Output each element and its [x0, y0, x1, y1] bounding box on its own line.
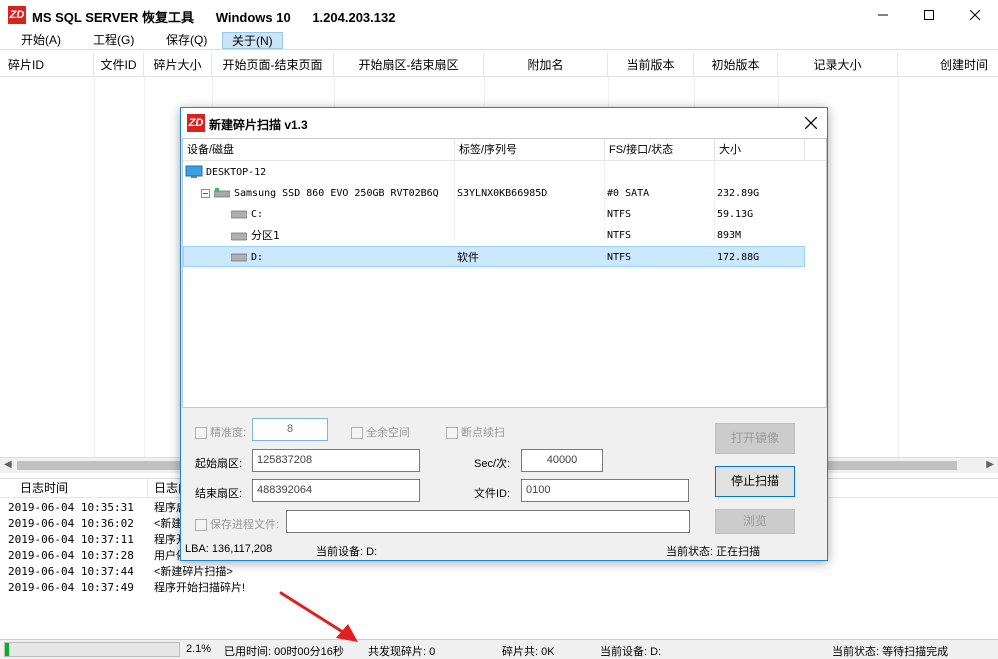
- col-fs[interactable]: FS/接口/状态: [605, 139, 715, 161]
- col-log-time[interactable]: 日志时间: [0, 479, 148, 498]
- minimize-icon: [878, 14, 888, 16]
- close-icon: [970, 10, 980, 20]
- file-id-label: 文件ID:: [474, 488, 511, 500]
- scroll-left-icon[interactable]: ◀: [4, 459, 12, 470]
- menu-bar: 开始(A) 工程(G) 保存(Q) 关于(N): [0, 30, 998, 50]
- status-fragments: 碎片共: 0K: [502, 646, 555, 658]
- dialog-title-bar: ZD 新建碎片扫描 v1.3: [181, 108, 827, 138]
- precision-input[interactable]: 8: [252, 418, 328, 441]
- maximize-button[interactable]: [906, 0, 952, 30]
- title-os: Windows 10: [215, 10, 291, 25]
- partition-icon: [231, 232, 247, 241]
- start-sector-label: 起始扇区:: [195, 458, 243, 470]
- title-app: MS SQL SERVER 恢复工具: [32, 10, 195, 25]
- full-space-checkbox[interactable]: 全余空间: [351, 424, 410, 440]
- status-percent: 2.1%: [186, 643, 212, 655]
- dialog-title: 新建碎片扫描 v1.3: [209, 118, 308, 132]
- tree-row-partition-c[interactable]: C: NTFS 59.13G: [183, 204, 805, 225]
- minimize-button[interactable]: [860, 0, 906, 30]
- menu-project[interactable]: 工程(G): [84, 32, 143, 49]
- grid-divider: [898, 77, 899, 457]
- col-create-time[interactable]: 创建时间: [898, 53, 998, 77]
- col-sector-range[interactable]: 开始扇区-结束扇区: [334, 53, 484, 77]
- tree-row-partition-1[interactable]: 分区1 NTFS 893M: [183, 225, 805, 246]
- browse-button[interactable]: 浏览: [715, 509, 795, 534]
- scan-progress-bar: [4, 642, 180, 657]
- dialog-current-device: 当前设备: D:: [316, 546, 378, 558]
- col-size[interactable]: 大小: [715, 139, 805, 161]
- col-fragment-size[interactable]: 碎片大小: [144, 53, 212, 77]
- annotation-arrow-icon: [279, 591, 358, 642]
- grid-divider: [144, 77, 145, 457]
- menu-save[interactable]: 保存(Q): [157, 32, 216, 49]
- stop-scan-button[interactable]: 停止扫描: [715, 466, 795, 497]
- sec-per-input[interactable]: 40000: [521, 449, 603, 472]
- col-record-size[interactable]: 记录大小: [778, 53, 898, 77]
- status-device: 当前设备: D:: [600, 646, 662, 658]
- grid-divider: [94, 77, 95, 457]
- status-found: 共发现碎片: 0: [368, 646, 436, 658]
- open-image-button[interactable]: 打开镜像: [715, 423, 795, 454]
- menu-start[interactable]: 开始(A): [12, 32, 70, 49]
- status-state: 当前状态: 等待扫描完成: [832, 646, 949, 658]
- new-scan-dialog: ZD 新建碎片扫描 v1.3 设备/磁盘 标签/序列号 FS/接口/状态 大小 …: [180, 107, 828, 561]
- tree-row-disk[interactable]: − Samsung SSD 860 EVO 250GB RVT02B6Q S3YL…: [183, 183, 805, 204]
- tree-row-computer[interactable]: DESKTOP-12: [183, 162, 805, 183]
- start-sector-input[interactable]: 125837208: [252, 449, 420, 472]
- close-icon: [804, 116, 818, 130]
- device-tree[interactable]: 设备/磁盘 标签/序列号 FS/接口/状态 大小 DESKTOP-12 − Sam…: [182, 138, 827, 408]
- lba-readout: LBA: 136,117,208: [185, 543, 273, 555]
- end-sector-label: 结束扇区:: [195, 488, 243, 500]
- save-progress-checkbox[interactable]: 保存进程文件:: [195, 516, 279, 532]
- sec-per-label: Sec/次:: [474, 458, 511, 470]
- col-suffix[interactable]: 附加名: [484, 53, 608, 77]
- col-fragment-id[interactable]: 碎片ID: [0, 53, 94, 77]
- partition-icon: [231, 253, 247, 262]
- maximize-icon: [924, 10, 934, 20]
- menu-about[interactable]: 关于(N): [222, 32, 283, 49]
- device-tree-header: 设备/磁盘 标签/序列号 FS/接口/状态 大小: [183, 139, 826, 161]
- title-version: 1.204.203.132: [312, 10, 396, 25]
- save-progress-path-input[interactable]: [286, 510, 690, 533]
- precision-checkbox[interactable]: 精准度:: [195, 424, 246, 440]
- close-button[interactable]: [952, 0, 998, 30]
- collapse-icon[interactable]: −: [201, 188, 210, 198]
- resume-scan-checkbox[interactable]: 断点续扫: [446, 424, 505, 440]
- status-bar: 2.1% 已用时间: 00时00分16秒 共发现碎片: 0 碎片共: 0K 当前…: [0, 639, 998, 659]
- dialog-close-button[interactable]: [804, 113, 818, 134]
- end-sector-input[interactable]: 488392064: [252, 479, 420, 502]
- col-current-version[interactable]: 当前版本: [608, 53, 694, 77]
- scroll-right-icon[interactable]: ▶: [986, 459, 994, 470]
- partition-icon: [231, 210, 247, 219]
- col-device[interactable]: 设备/磁盘: [183, 139, 455, 161]
- col-file-id[interactable]: 文件ID: [94, 53, 144, 77]
- fragment-grid-header: 碎片ID 文件ID 碎片大小 开始页面-结束页面 开始扇区-结束扇区 附加名 当…: [0, 53, 998, 77]
- file-id-input[interactable]: 0100: [521, 479, 689, 502]
- tree-row-partition-d[interactable]: D: 软件 NTFS 172.88G: [183, 246, 805, 267]
- col-label[interactable]: 标签/序列号: [455, 139, 605, 161]
- window-title: MS SQL SERVER 恢复工具 Windows 10 1.204.203.…: [32, 7, 413, 26]
- col-page-range[interactable]: 开始页面-结束页面: [212, 53, 334, 77]
- computer-icon: [185, 165, 203, 178]
- title-bar: ZD MS SQL SERVER 恢复工具 Windows 10 1.204.2…: [0, 0, 998, 30]
- col-initial-version[interactable]: 初始版本: [694, 53, 778, 77]
- dialog-current-state: 当前状态: 正在扫描: [666, 546, 761, 558]
- progress-fill: [5, 643, 9, 656]
- disk-icon: [214, 188, 230, 198]
- dialog-logo-icon: ZD: [187, 114, 205, 132]
- app-logo-icon: ZD: [8, 6, 26, 24]
